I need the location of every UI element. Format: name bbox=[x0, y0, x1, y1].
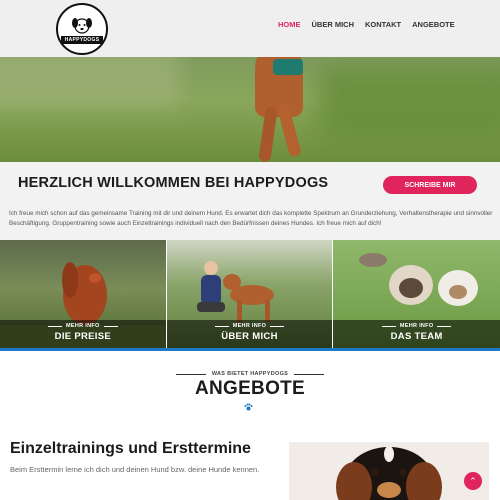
offer-title: Einzeltrainings und Ersttermine bbox=[10, 440, 251, 457]
dog-logo-icon bbox=[72, 17, 92, 34]
site-header: HAPPYDOGS HOME ÜBER MICH KONTAKT ANGEBOT… bbox=[0, 0, 500, 57]
offer-text: Beim Ersttermin lerne ich dich und deine… bbox=[10, 465, 260, 474]
subtitle-text: WAS BIETET HAPPYDOGS bbox=[211, 371, 289, 377]
tile-caption: MEHR INFO DAS TEAM bbox=[333, 320, 500, 349]
subtitle-line bbox=[293, 373, 324, 375]
tile-more-info: MEHR INFO bbox=[0, 323, 166, 329]
tile-caption: MEHR INFO ÜBER MICH bbox=[166, 320, 333, 349]
section-subtitle: WAS BIETET HAPPYDOGS bbox=[0, 371, 500, 377]
tile-title: DAS TEAM bbox=[390, 331, 443, 342]
tile-more-info: MEHR INFO bbox=[167, 323, 333, 329]
logo-ribbon: HAPPYDOGS bbox=[60, 35, 104, 44]
offer-dog-photo bbox=[289, 442, 489, 500]
paw-icon bbox=[244, 403, 253, 413]
section-divider bbox=[0, 348, 500, 351]
tile-preise[interactable]: MEHR INFO DIE PREISE bbox=[0, 240, 167, 349]
cavalier-dog-photo bbox=[336, 446, 442, 500]
subtitle-line bbox=[176, 373, 207, 375]
chevron-up-icon: ⌃ bbox=[469, 475, 477, 486]
welcome-title: HERZLICH WILLKOMMEN BEI HAPPYDOGS bbox=[18, 175, 329, 191]
tile-ueber-mich[interactable]: MEHR INFO ÜBER MICH bbox=[166, 240, 334, 349]
welcome-text: Ich freue mich schon auf das gemeinsame … bbox=[9, 210, 493, 227]
tile-title: DIE PREISE bbox=[54, 331, 111, 342]
nav-angebote[interactable]: ANGEBOTE bbox=[412, 20, 455, 29]
hero-image bbox=[0, 57, 500, 162]
main-nav: HOME ÜBER MICH KONTAKT ANGEBOTE bbox=[278, 16, 466, 29]
tile-title: ÜBER MICH bbox=[221, 331, 278, 342]
tile-caption: MEHR INFO DIE PREISE bbox=[0, 320, 166, 349]
back-to-top-button[interactable]: ⌃ bbox=[464, 472, 482, 490]
section-title: ANGEBOTE bbox=[194, 378, 306, 399]
info-tiles: MEHR INFO DIE PREISE MEHR INFO ÜBER MICH bbox=[0, 240, 500, 349]
hero-background bbox=[320, 67, 500, 137]
tile-team[interactable]: MEHR INFO DAS TEAM bbox=[333, 240, 500, 349]
hero-background bbox=[0, 57, 180, 107]
hero-dog-harness bbox=[273, 59, 303, 75]
happydogs-logo[interactable]: HAPPYDOGS bbox=[56, 3, 108, 55]
welcome-section: HERZLICH WILLKOMMEN BEI HAPPYDOGS Ich fr… bbox=[0, 162, 500, 240]
tile-more-info: MEHR INFO bbox=[333, 323, 500, 329]
nav-kontakt[interactable]: KONTAKT bbox=[365, 20, 401, 29]
nav-ueber-mich[interactable]: ÜBER MICH bbox=[312, 20, 355, 29]
nav-home[interactable]: HOME bbox=[278, 16, 301, 29]
contact-me-button[interactable]: SCHREIBE MIR bbox=[383, 176, 477, 194]
